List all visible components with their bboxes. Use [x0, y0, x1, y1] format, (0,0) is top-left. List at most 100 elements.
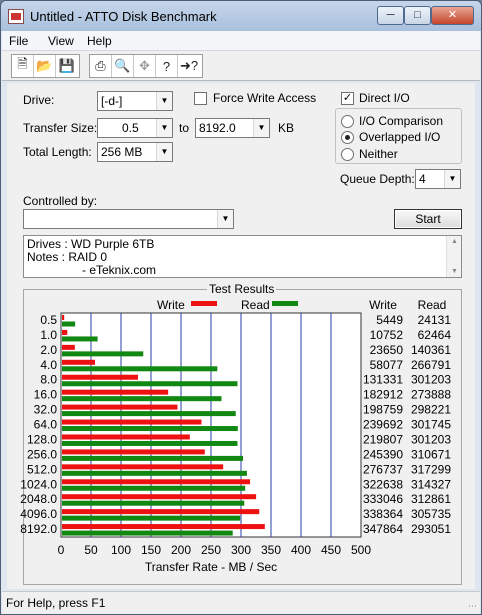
queue-depth-value: 4: [419, 172, 426, 186]
force-write-checkbox[interactable]: [194, 92, 207, 105]
transfer-from-value: 0.5: [122, 121, 139, 135]
write-value: 5449: [376, 313, 403, 327]
read-bar: [62, 381, 238, 387]
chevron-down-icon[interactable]: ▼: [156, 92, 172, 110]
x-tick-label: 50: [84, 543, 98, 557]
write-value: 10752: [370, 328, 404, 342]
context-help-icon[interactable]: ➜?: [178, 55, 200, 77]
write-bar: [62, 494, 257, 500]
menu-view[interactable]: View: [48, 34, 74, 48]
menu-bar: File View Help: [2, 31, 480, 51]
drive-value: [-d-]: [101, 94, 123, 108]
write-value: 182912: [363, 388, 403, 402]
maximize-icon: □: [414, 9, 421, 21]
maximize-button[interactable]: □: [404, 6, 431, 25]
results-chart: 0.51.02.04.08.016.032.064.0128.0256.0512…: [20, 298, 452, 574]
y-tick-label: 4.0: [40, 358, 57, 372]
queue-depth-select[interactable]: 4 ▼: [415, 169, 461, 189]
write-value: 23650: [370, 343, 404, 357]
x-axis-label: Transfer Rate - MB / Sec: [145, 560, 277, 574]
menu-file[interactable]: File: [9, 34, 28, 48]
chevron-down-icon[interactable]: ▼: [156, 143, 172, 161]
transfer-size-from-select[interactable]: 0.5 ▼: [97, 118, 173, 138]
total-length-label: Total Length:: [23, 145, 92, 159]
minimize-button[interactable]: ─: [377, 6, 404, 25]
scroll-down-icon[interactable]: ▼: [451, 268, 458, 275]
window-title: Untitled - ATTO Disk Benchmark: [30, 9, 217, 24]
overlapped-io-radio[interactable]: [341, 131, 354, 144]
read-bar: [62, 366, 218, 372]
write-value: 322638: [363, 477, 403, 491]
io-comparison-radio[interactable]: [341, 115, 354, 128]
y-tick-label: 8.0: [40, 373, 57, 387]
y-tick-label: 2.0: [40, 343, 57, 357]
start-button[interactable]: Start: [394, 209, 462, 229]
notes-textarea[interactable]: Drives : WD Purple 6TB Notes : RAID 0 - …: [23, 235, 462, 278]
move-icon[interactable]: ✥: [134, 55, 156, 77]
overlapped-io-label: Overlapped I/O: [359, 130, 441, 144]
read-bar: [62, 426, 238, 432]
write-bar: [62, 389, 169, 395]
x-tick-label: 300: [231, 543, 251, 557]
drive-select[interactable]: [-d-] ▼: [97, 91, 173, 111]
status-text: For Help, press F1: [6, 596, 106, 610]
chevron-down-icon[interactable]: ▼: [156, 119, 172, 137]
read-value: 293051: [411, 522, 451, 536]
app-icon: [8, 9, 24, 24]
write-bar: [62, 315, 65, 320]
close-button[interactable]: ✕: [431, 6, 474, 25]
read-value: 310671: [411, 447, 451, 461]
read-value: 24131: [418, 313, 452, 327]
y-tick-label: 4096.0: [20, 507, 57, 521]
write-value: 131331: [363, 373, 403, 387]
write-value: 219807: [363, 432, 403, 446]
chevron-down-icon[interactable]: ▼: [253, 119, 269, 137]
new-file-icon[interactable]: 🗎: [12, 55, 34, 77]
menu-help[interactable]: Help: [87, 34, 112, 48]
chevron-down-icon[interactable]: ▼: [444, 170, 460, 188]
resize-grip-icon[interactable]: ⋯: [468, 601, 477, 612]
read-value: 273888: [411, 388, 451, 402]
y-tick-label: 8192.0: [20, 522, 57, 536]
y-tick-label: 16.0: [34, 388, 58, 402]
x-tick-label: 400: [291, 543, 311, 557]
direct-io-label: Direct I/O: [359, 91, 410, 105]
drive-label: Drive:: [23, 93, 55, 107]
print-icon[interactable]: ⎙: [90, 55, 112, 77]
read-bar: [62, 455, 244, 461]
chevron-down-icon[interactable]: ▼: [217, 210, 233, 228]
write-bar: [62, 374, 138, 380]
notes-line-credit: - eTeknix.com: [82, 263, 157, 277]
x-tick-label: 250: [201, 543, 221, 557]
write-value: 333046: [363, 492, 403, 506]
kb-label: KB: [278, 121, 295, 135]
read-bar: [62, 470, 247, 476]
print-preview-icon[interactable]: 🔍: [112, 55, 134, 77]
y-tick-label: 1024.0: [20, 477, 57, 491]
transfer-size-to-select[interactable]: 8192.0 ▼: [195, 118, 270, 138]
read-bar: [62, 515, 241, 521]
title-bar[interactable]: Untitled - ATTO Disk Benchmark ─ □ ✕: [1, 1, 481, 31]
read-value: 140361: [411, 343, 451, 357]
read-value: 301745: [411, 418, 451, 432]
x-tick-label: 200: [171, 543, 191, 557]
scroll-up-icon[interactable]: ▲: [451, 238, 458, 245]
read-bar: [62, 485, 246, 491]
total-length-select[interactable]: 256 MB ▼: [97, 142, 173, 162]
help-icon[interactable]: ?: [156, 55, 178, 77]
notes-scrollbar[interactable]: ▲ ▼: [446, 236, 461, 277]
write-bar: [62, 479, 251, 485]
column-header-write: Write: [369, 298, 397, 312]
transfer-to-value: 8192.0: [199, 121, 236, 135]
direct-io-checkbox[interactable]: ✓: [341, 92, 354, 105]
open-folder-icon[interactable]: 📂: [34, 55, 56, 77]
read-value: 301203: [411, 432, 451, 446]
save-disk-icon[interactable]: 💾: [56, 55, 78, 77]
force-write-label: Force Write Access: [213, 91, 317, 105]
read-value: 317299: [411, 462, 451, 476]
neither-radio[interactable]: [341, 148, 354, 161]
write-bar: [62, 419, 202, 425]
write-bar: [62, 524, 265, 530]
legend-read-label: Read: [241, 298, 270, 312]
controlled-by-select[interactable]: ▼: [23, 209, 234, 229]
